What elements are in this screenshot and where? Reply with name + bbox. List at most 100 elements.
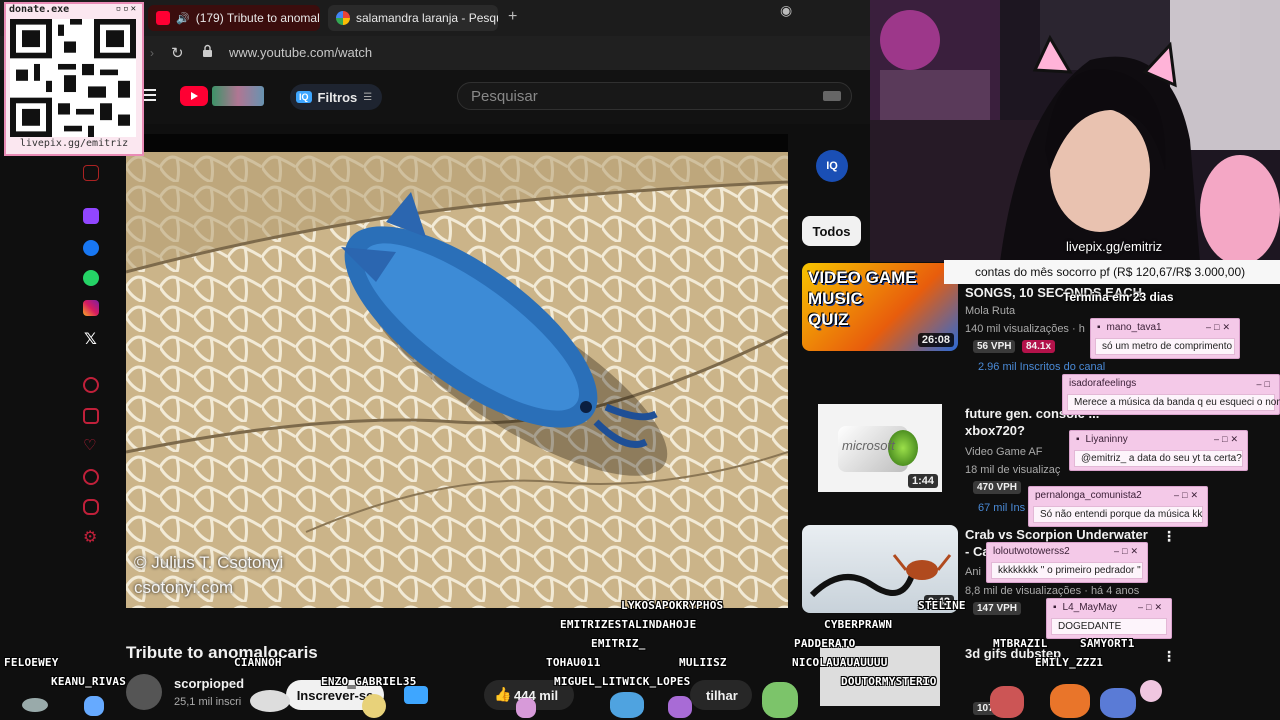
chat-username: Liyaninny <box>1085 434 1128 445</box>
vph-badge: 147 VPH <box>973 602 1022 615</box>
video-top-bar <box>112 134 788 152</box>
donate-url: livepix.gg/emitriz <box>19 138 129 149</box>
sliders-icon: ☰ <box>363 91 373 103</box>
pet-sprite-icon <box>1050 684 1090 718</box>
tab-google-search[interactable]: salamandra laranja - Pesqu <box>328 5 498 31</box>
chat-window: ▪ Liyaninny –□✕ @emitriz_ a data do seu yt… <box>1069 430 1248 471</box>
pet-sprite-icon <box>22 698 48 712</box>
more-options-icon[interactable]: ⋮ <box>1162 648 1176 665</box>
thumbnail-text: microsoft <box>842 438 895 453</box>
user-icon: ▪ <box>1097 322 1101 333</box>
mail-icon[interactable] <box>83 165 99 181</box>
window-controls-icon[interactable]: –□✕ <box>1114 546 1141 557</box>
goal-deadline: Termina em 23 dias <box>1063 290 1174 304</box>
window-controls-icon[interactable]: –□✕ <box>1138 602 1165 613</box>
chat-window: ▪ L4_MayMay –□✕ DOGEDANTE <box>1046 598 1172 639</box>
menu-icon[interactable] <box>144 88 156 102</box>
video-duration: 26:08 <box>917 333 954 347</box>
video-credit-site: csotonyi.com <box>134 578 234 597</box>
chatter-name: FELOEWEY <box>4 656 59 669</box>
recommendation-thumbnail[interactable]: VIDEO GAME MUSIC QUIZ 26:08 <box>802 263 958 351</box>
recommendation-meta: 18 mil de visualizaç <box>965 464 1061 476</box>
tab-label: (179) Tribute to anomal <box>195 11 320 25</box>
chat-window: ▪ mano_tava1 –□✕ só um metro de compriment… <box>1090 318 1240 359</box>
chatter-name: MULIISZ <box>679 656 727 669</box>
history-icon[interactable] <box>83 469 99 485</box>
reload-icon[interactable]: ↻ <box>171 44 184 62</box>
window-controls-icon[interactable]: –□✕ <box>1206 322 1233 333</box>
chat-username: pernalonga_comunista2 <box>1035 490 1142 501</box>
filters-button[interactable]: IQ Filtros ☰ <box>290 84 382 110</box>
recommendation-channel[interactable]: Mola Ruta <box>965 305 1015 317</box>
grid-icon[interactable] <box>83 408 99 424</box>
chat-pets-bar <box>0 672 1280 720</box>
settings-gear-icon[interactable]: ⚙ <box>83 527 97 547</box>
iq-extension-icon[interactable]: IQ <box>816 150 848 182</box>
incognito-icon: ◉ <box>780 2 793 18</box>
anomalocaris-illustration <box>126 152 788 608</box>
chat-message: só um metro de comprimento <box>1095 338 1235 355</box>
donate-title: donate.exe ▫▫✕ <box>9 4 138 15</box>
window-controls-icon[interactable]: –□✕ <box>1214 434 1241 445</box>
instagram-icon[interactable] <box>83 300 99 316</box>
chat-username: isadorafeelings <box>1069 378 1137 389</box>
chat-window: loloutwotowerss2 –□✕ kkkkkkkk " o primeir… <box>986 542 1148 583</box>
tab-youtube[interactable]: 🔊 (179) Tribute to anomal <box>148 5 320 31</box>
pet-sprite-icon <box>362 694 386 718</box>
more-options-icon[interactable]: ⋮ <box>1162 528 1176 545</box>
tab-label: salamandra laranja - Pesqu <box>356 11 498 25</box>
chatter-name: EMITRIZ_ <box>591 637 646 650</box>
recommendation-meta: 8,8 mil de visualizações · há 4 anos <box>965 585 1140 597</box>
video-player[interactable] <box>126 152 788 608</box>
x-icon[interactable]: 𝕏 <box>84 329 97 349</box>
video-credit-author: © Julius T. Csotonyi <box>134 553 284 572</box>
window-controls-icon[interactable]: –□✕ <box>1174 490 1201 501</box>
webcam-livepix-tag: livepix.gg/emitriz <box>1066 239 1163 254</box>
recommendation-channel[interactable]: Video Game AF <box>965 446 1042 458</box>
vph-badge: 470 VPH <box>973 481 1022 494</box>
webcam-feed <box>870 0 1280 262</box>
pet-sprite-icon <box>1140 680 1162 702</box>
chat-message: @emitriz_ a data do seu yt ta certa? <box>1074 450 1243 467</box>
messenger-icon[interactable] <box>83 240 99 256</box>
pet-sprite-icon <box>668 696 692 718</box>
youtube-logo-icon[interactable] <box>180 86 208 106</box>
pet-sprite-icon <box>762 682 798 718</box>
doodle-icon <box>212 86 264 106</box>
whatsapp-icon[interactable] <box>83 270 99 286</box>
twitch-icon[interactable] <box>83 208 99 224</box>
google-favicon-icon <box>336 11 350 25</box>
chat-window: isadorafeelings –□ Merece a música da ban… <box>1062 374 1280 415</box>
thumbnail-text: VIDEO GAME MUSIC QUIZ <box>808 268 917 329</box>
play-circle-icon[interactable] <box>83 377 99 393</box>
pet-sprite-icon <box>1100 688 1136 718</box>
chat-username: L4_MayMay <box>1062 602 1118 613</box>
heart-icon[interactable]: ♡ <box>83 436 96 454</box>
chatter-name: EMILY_ZZZ1 <box>1035 656 1104 669</box>
window-controls-icon: ▫▫✕ <box>115 4 138 14</box>
donation-goal-bar: contas do mês socorro pf (R$ 120,67/R$ 3… <box>944 260 1280 284</box>
puzzle-icon[interactable] <box>83 499 99 515</box>
pet-sprite-icon <box>610 692 644 718</box>
chatter-name: NICOLAUAUAUUUU <box>792 656 888 669</box>
recommendation-meta: 140 mil visualizações · h <box>965 323 1085 335</box>
pet-sprite-icon <box>516 698 536 718</box>
chip-all[interactable]: Todos <box>802 216 861 246</box>
recommendation-thumbnail[interactable]: microsoft 1:44 <box>818 404 942 492</box>
streamer-webcam-image <box>870 0 1280 262</box>
chat-username: loloutwotowerss2 <box>993 546 1070 557</box>
new-tab-button[interactable]: + <box>508 8 517 26</box>
chatter-name: MTBRAZIL <box>993 637 1048 650</box>
keyboard-icon[interactable] <box>823 91 841 101</box>
recommendation-channel[interactable]: Ani <box>965 566 981 578</box>
window-controls-icon[interactable]: –□ <box>1257 379 1273 389</box>
chat-message: kkkkkkkk " o primeiro pedrador " <box>991 562 1143 579</box>
channel-subscribers: 2.96 mil Inscritos do canal <box>978 361 1106 373</box>
search-placeholder: Pesquisar <box>471 88 538 105</box>
chatter-name: LYKOSAPOKRYPHOS <box>621 599 724 612</box>
chat-message: Merece a música da banda q eu esqueci o … <box>1067 394 1280 411</box>
url-text[interactable]: www.youtube.com/watch <box>229 45 372 60</box>
pet-sprite-icon <box>84 696 104 716</box>
multiplier-badge: 84.1x <box>1022 340 1056 353</box>
forward-icon[interactable]: › <box>150 46 154 60</box>
